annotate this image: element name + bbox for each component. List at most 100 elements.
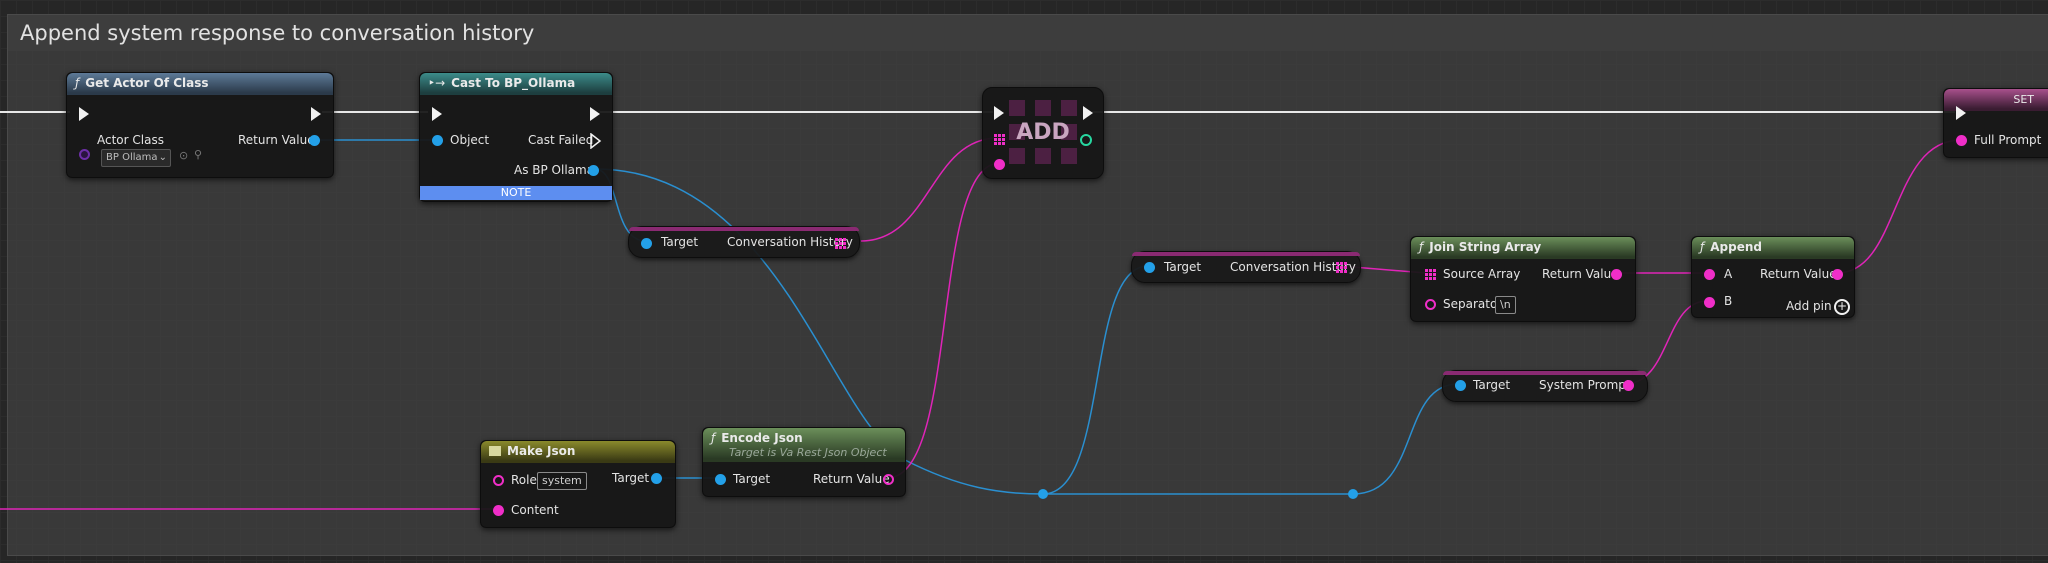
as-bp-ollama-label: As BP Ollama (514, 163, 595, 177)
separator-value: \n (1500, 298, 1511, 311)
target-pin[interactable] (1144, 262, 1155, 273)
object-wire (1042, 265, 1149, 495)
role-input[interactable]: system (537, 472, 587, 490)
b-label: B (1724, 294, 1733, 308)
variable-name: Conversation History (727, 235, 853, 249)
blueprint-graph[interactable]: Append system response to conversation h… (0, 0, 2048, 563)
source-array-label: Source Array (1443, 267, 1521, 281)
target-label: Target (1164, 260, 1202, 274)
cast-icon: ‣→ (428, 76, 446, 90)
return-value-label: Return Value (813, 472, 890, 486)
conversation-history-variable-node[interactable]: Target Conversation History (628, 226, 860, 258)
actor-class-label: Actor Class (97, 133, 164, 147)
role-pin[interactable] (493, 475, 504, 486)
node-title: Append (1710, 240, 1762, 254)
object-wire (1352, 383, 1459, 495)
system-prompt-variable-node[interactable]: Target System Prompt (1442, 370, 1648, 402)
target-pin[interactable] (715, 474, 726, 485)
exec-out-pin[interactable] (590, 107, 600, 121)
browse-arrow-icon[interactable]: ⊙ (179, 149, 188, 162)
return-value-label: Return Value (1542, 267, 1619, 281)
append-node[interactable]: ƒ Append A Return Value B Add pin + (1691, 236, 1855, 318)
node-title: Encode Json (721, 431, 803, 445)
exec-out-pin[interactable] (1083, 106, 1093, 120)
add-array-node[interactable]: ADD (982, 87, 1104, 179)
return-value-pin[interactable] (883, 474, 894, 485)
new-item-pin[interactable] (994, 159, 1005, 170)
node-header: Make Json (481, 441, 675, 463)
string-out-pin[interactable] (1623, 380, 1634, 391)
node-subtitle: Target is Va Rest Json Object (729, 446, 887, 459)
array-pin[interactable] (1336, 262, 1347, 273)
target-label: Target (733, 472, 771, 486)
target-label: Target (612, 471, 650, 485)
return-value-pin[interactable] (1832, 269, 1843, 280)
function-icon: ƒ (711, 431, 716, 445)
reroute-knot (1038, 489, 1048, 499)
return-value-label: Return Value (238, 133, 315, 147)
chevron-down-icon: ⌄ (158, 152, 167, 163)
cast-to-bp-ollama-node[interactable]: ‣→ Cast To BP_Ollama Object Cast Failed A… (419, 72, 613, 202)
node-title: SET (2013, 93, 2034, 106)
node-header: ‣→ Cast To BP_Ollama (420, 73, 612, 95)
node-header: ƒ Get Actor Of Class (67, 73, 333, 95)
b-pin[interactable] (1704, 297, 1715, 308)
object-pin[interactable] (432, 135, 443, 146)
content-label: Content (511, 503, 559, 517)
actor-class-dropdown[interactable]: BP Ollama ⌄ (101, 149, 171, 167)
function-icon: ƒ (1700, 240, 1705, 254)
object-label: Object (450, 133, 490, 147)
return-value-pin[interactable] (1611, 269, 1622, 280)
exec-in-pin[interactable] (1956, 106, 1966, 120)
search-icon[interactable]: ⚲ (194, 148, 202, 161)
role-label: Role (511, 473, 537, 487)
index-out-pin[interactable] (1080, 134, 1092, 146)
exec-in-pin[interactable] (994, 106, 1004, 120)
exec-in-pin[interactable] (432, 107, 442, 121)
note-bubble[interactable]: NOTE (420, 186, 612, 200)
actor-class-pin[interactable] (79, 149, 90, 160)
target-array-pin[interactable] (994, 134, 1005, 145)
add-pin-label[interactable]: Add pin (1786, 299, 1832, 313)
conversation-history-variable-node[interactable]: Target Conversation History (1131, 251, 1361, 283)
set-full-prompt-node[interactable]: SET Full Prompt (1943, 88, 2048, 158)
function-icon: ƒ (1419, 240, 1424, 254)
exec-out-pin[interactable] (311, 107, 321, 121)
actor-class-value: BP Ollama (106, 152, 158, 163)
separator-pin[interactable] (1425, 299, 1436, 310)
return-value-pin[interactable] (309, 135, 320, 146)
array-pin[interactable] (835, 238, 846, 249)
node-header: ƒ Join String Array (1411, 237, 1635, 259)
target-pin[interactable] (1455, 380, 1466, 391)
function-icon: ƒ (75, 76, 80, 90)
encode-json-node[interactable]: ƒ Encode Json Target is Va Rest Json Obje… (702, 427, 906, 497)
full-prompt-pin[interactable] (1956, 135, 1967, 146)
node-title: Join String Array (1429, 240, 1542, 254)
a-label: A (1724, 267, 1733, 281)
reroute-knot (1348, 489, 1358, 499)
join-string-array-node[interactable]: ƒ Join String Array Source Array Return V… (1410, 236, 1636, 322)
node-title: Cast To BP_Ollama (451, 76, 576, 90)
cast-failed-label: Cast Failed (528, 133, 594, 147)
node-header: ƒ Append (1692, 237, 1854, 259)
a-pin[interactable] (1704, 269, 1715, 280)
add-pin-icon[interactable]: + (1834, 299, 1850, 315)
json-icon (489, 446, 501, 456)
as-bp-ollama-pin[interactable] (588, 165, 599, 176)
exec-in-pin[interactable] (79, 107, 89, 121)
target-label: Target (1473, 378, 1511, 392)
cast-failed-exec-pin[interactable] (590, 133, 602, 149)
string-wire (1836, 139, 1962, 274)
target-pin[interactable] (641, 238, 652, 249)
separator-input[interactable]: \n (1495, 296, 1516, 314)
role-value: system (542, 474, 582, 487)
target-pin[interactable] (651, 473, 662, 484)
source-array-pin[interactable] (1425, 269, 1436, 280)
get-actor-of-class-node[interactable]: ƒ Get Actor Of Class Actor Class BP Ollam… (66, 72, 334, 178)
node-title: Make Json (507, 444, 576, 458)
variable-name: System Prompt (1539, 378, 1631, 392)
content-pin[interactable] (493, 505, 504, 516)
string-wire (860, 137, 999, 242)
make-json-node[interactable]: Make Json Role system Target Content (480, 440, 676, 528)
return-value-label: Return Value (1760, 267, 1837, 281)
